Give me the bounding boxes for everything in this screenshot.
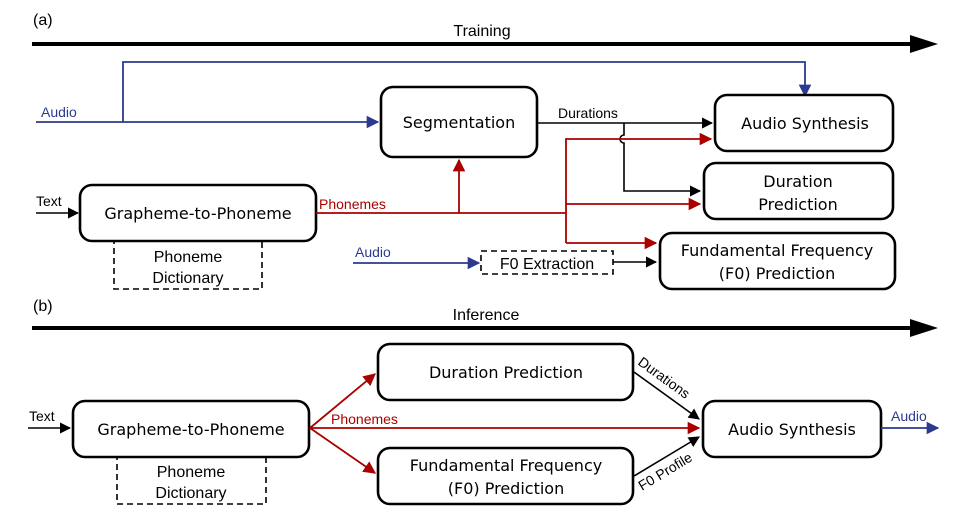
f0-profile-label: F0 Profile <box>635 449 695 494</box>
panel-a: (a) Training Audio Segmentation Duration… <box>32 12 938 291</box>
input-audio-label: Audio <box>41 104 77 120</box>
tts-pipeline-diagram: (a) Training Audio Segmentation Duration… <box>28 12 940 506</box>
output-audio-label: Audio <box>891 408 927 424</box>
input-audio-f0-label: Audio <box>355 244 391 260</box>
panel-a-label: (a) <box>33 12 53 29</box>
g2p-label-b: Grapheme-to-Phoneme <box>97 420 284 439</box>
duration-prediction-label-a-line1: Duration <box>763 172 833 191</box>
g2p-label-a: Grapheme-to-Phoneme <box>104 204 291 223</box>
phonemes-label-a: Phonemes <box>319 196 386 212</box>
durations-label: Durations <box>558 105 618 121</box>
edge-phonemes-to-f0-prediction-b <box>309 427 377 474</box>
segmentation-label: Segmentation <box>403 113 515 132</box>
inference-label: Inference <box>453 307 520 324</box>
duration-prediction-label-b: Duration Prediction <box>429 363 583 382</box>
f0-extraction-label: F0 Extraction <box>500 256 594 273</box>
panel-b-label: (b) <box>33 298 53 315</box>
f0-prediction-label-a-line1: Fundamental Frequency <box>681 241 873 260</box>
duration-prediction-label-a-line2: Prediction <box>758 195 837 214</box>
f0-prediction-label-a-line2: (F0) Prediction <box>719 264 835 283</box>
f0-prediction-label-b-line1: Fundamental Frequency <box>410 456 602 475</box>
phoneme-dictionary-label-b-line1: Phoneme <box>157 464 226 481</box>
phoneme-dictionary-label-b-line2: Dictionary <box>155 485 226 502</box>
audio-synthesis-label-b: Audio Synthesis <box>728 420 856 439</box>
input-text-label-a: Text <box>36 193 62 209</box>
phoneme-dictionary-label-a-line2: Dictionary <box>152 270 223 287</box>
phonemes-label-b: Phonemes <box>331 411 398 427</box>
phoneme-dictionary-label-a-line1: Phoneme <box>154 249 223 266</box>
f0-prediction-label-b-line2: (F0) Prediction <box>448 479 564 498</box>
edge-durations-to-duration-prediction <box>619 123 702 197</box>
audio-synthesis-label-a: Audio Synthesis <box>741 114 869 133</box>
input-text-label-b: Text <box>29 408 55 424</box>
training-label: Training <box>453 23 510 40</box>
panel-b: (b) Inference Text Phoneme Dictionary Gr… <box>28 298 940 506</box>
